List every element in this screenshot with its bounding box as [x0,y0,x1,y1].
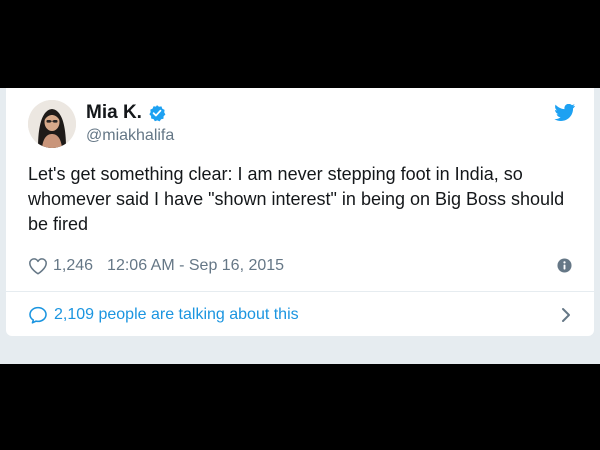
heart-icon[interactable] [28,257,48,275]
like-count[interactable]: 1,246 [53,256,93,276]
verified-badge-icon [149,105,166,122]
tweet-card[interactable]: Mia K. @miakhalifa Let's get something c… [6,88,594,336]
conversation-link[interactable]: 2,109 people are talking about this [28,305,299,325]
author-name[interactable]: Mia K. [86,102,142,124]
author-row: Mia K. [86,102,166,124]
conversation-label[interactable]: 2,109 people are talking about this [54,305,299,325]
divider [6,291,594,292]
info-icon[interactable] [557,258,572,273]
twitter-bird-icon[interactable] [554,104,576,122]
author-handle[interactable]: @miakhalifa [86,126,174,146]
avatar[interactable] [28,100,76,148]
speech-bubble-icon [29,306,47,324]
tweet-timestamp[interactable]: 12:06 AM - Sep 16, 2015 [107,256,284,276]
tweet-meta: 1,246 12:06 AM - Sep 16, 2015 [28,256,284,276]
tweet-text: Let's get something clear: I am never st… [28,164,565,234]
chevron-right-icon[interactable] [560,307,572,323]
avatar-photo [28,100,76,148]
